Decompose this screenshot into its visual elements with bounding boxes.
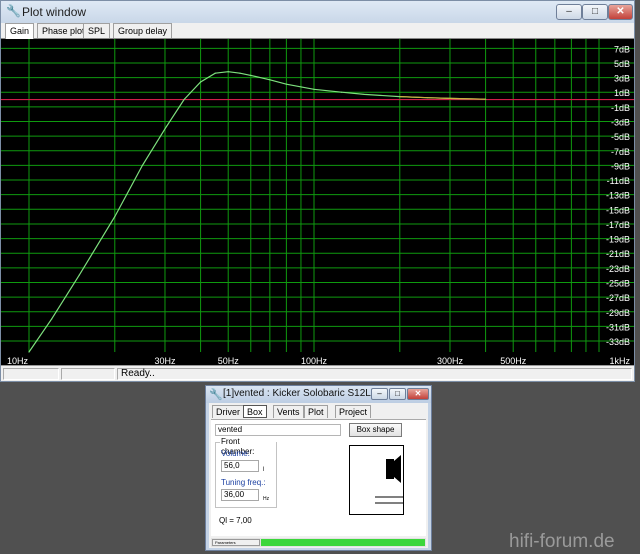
tab-box[interactable]: Box — [243, 405, 267, 418]
gain-chart: 7dB 5dB 3dB 1dB -1dB -3dB -5dB -7dB -9dB -11dB -13… — [1, 39, 634, 366]
y-tick-label: -11dB — [607, 176, 630, 186]
tab-phase-plot[interactable]: Phase plot — [37, 23, 90, 38]
y-tick-label: -33dB — [606, 337, 630, 347]
y-tick-label: 5dB — [614, 59, 630, 69]
volume-unit: l — [263, 467, 265, 473]
tab-spl[interactable]: SPL — [83, 23, 111, 38]
gain-curve-point — [78, 274, 80, 276]
gain-curve-point — [285, 83, 287, 85]
tab-vents[interactable]: Vents — [273, 405, 304, 418]
plot-status-bar: Ready.. — [1, 365, 634, 381]
plot-window: 🔧 Plot window – □ ✕ Gain Phase plot SPL … — [0, 0, 635, 382]
ql-label: Ql = 7,00 — [219, 516, 252, 525]
y-tick-label: -29dB — [606, 308, 630, 318]
gain-curve-point — [164, 128, 166, 130]
progress-bar — [261, 539, 425, 546]
status-message: Ready.. — [117, 368, 632, 380]
box-window-client: Driver Box Vents Plot Project vented Box… — [209, 403, 428, 548]
gain-curve-point — [341, 91, 343, 93]
gain-curve-point — [183, 98, 185, 101]
y-tick-label: 3dB — [614, 74, 630, 84]
y-tick-label: -9dB — [611, 161, 630, 171]
gain-curve-point — [50, 318, 53, 320]
tab-project[interactable]: Project — [335, 405, 372, 418]
minimize-button[interactable]: – — [556, 4, 582, 20]
parameters-status-label: Parameters — [212, 539, 260, 546]
y-tick-label: -27dB — [606, 293, 630, 303]
tab-group-delay[interactable]: Group delay — [113, 23, 173, 38]
y-tick-label: -31dB — [606, 322, 630, 332]
gain-curve-point — [214, 72, 216, 74]
box-window: 🔧 [1]vented : Kicker Solobaric S12L7 – □… — [205, 385, 432, 551]
gain-curve-point — [114, 216, 116, 218]
box-tab-panel: vented Box shape Front chamber: Volume: … — [211, 419, 426, 536]
box-status-bar: Parameters — [211, 538, 426, 547]
y-tick-label: -15dB — [606, 205, 630, 215]
progress-bar-fill — [261, 539, 425, 546]
box-window-title: [1]vented : Kicker Solobaric S12L7 — [223, 388, 377, 399]
volume-input[interactable]: 56,0 — [221, 460, 259, 472]
y-tick-label: -25dB — [606, 278, 630, 288]
gain-curve-point — [141, 164, 144, 166]
gain-curve-point — [227, 71, 229, 73]
y-tick-label: -5dB — [611, 132, 630, 142]
y-tick-label: 1dB — [614, 88, 630, 98]
y-tick-label: -1dB — [611, 103, 630, 113]
gain-curve-point — [313, 88, 315, 90]
y-tick-label: -19dB — [606, 235, 630, 245]
box-shape-button[interactable]: Box shape — [349, 423, 402, 437]
tab-plot[interactable]: Plot — [304, 405, 328, 418]
y-tick-label: -13dB — [606, 191, 630, 201]
y-tick-label: -7dB — [611, 147, 630, 157]
gain-curve-point — [199, 81, 202, 83]
status-cell-2 — [61, 368, 115, 380]
gain-curve-point — [239, 72, 241, 74]
gain-curve-tail — [399, 96, 486, 100]
plot-window-title: Plot window — [22, 5, 87, 19]
gain-plot-area[interactable]: 7dB 5dB 3dB 1dB -1dB -3dB -5dB -7dB -9dB -11dB -13… — [1, 38, 634, 366]
box-window-titlebar[interactable]: 🔧 [1]vented : Kicker Solobaric S12L7 – □… — [206, 386, 431, 403]
y-tick-label: -21dB — [606, 249, 630, 259]
tuning-freq-input[interactable]: 36,00 — [221, 489, 259, 501]
app-icon: 🔧 — [209, 389, 223, 401]
y-tick-label: 7dB — [614, 44, 630, 54]
box-shape-diagram — [349, 445, 404, 515]
y-tick-label: -3dB — [611, 117, 630, 127]
app-icon: 🔧 — [6, 4, 21, 18]
gain-curve-point — [269, 79, 271, 81]
tuning-freq-unit: Hz — [263, 496, 270, 502]
gain-curve-point — [28, 351, 30, 353]
volume-label: Volume: — [221, 449, 250, 458]
status-cell-1 — [3, 368, 59, 380]
gain-curve-point — [250, 74, 252, 76]
tab-gain[interactable]: Gain — [5, 23, 35, 39]
watermark: hifi-forum.de — [509, 531, 615, 552]
y-tick-label: -23dB — [606, 264, 630, 274]
close-button[interactable]: ✕ — [608, 4, 633, 20]
gain-curve — [28, 71, 486, 353]
maximize-button[interactable]: □ — [582, 4, 608, 20]
gain-curve-point — [363, 93, 365, 96]
plot-window-titlebar[interactable]: 🔧 Plot window – □ ✕ — [1, 1, 634, 23]
tab-driver[interactable]: Driver — [212, 405, 244, 418]
box-type-field[interactable]: vented — [215, 424, 341, 436]
close-button[interactable]: ✕ — [407, 388, 429, 400]
tuning-freq-label: Tuning freq.: — [221, 478, 266, 487]
front-chamber-group: Front chamber: Volume: 56,0 l Tuning fre… — [215, 437, 277, 508]
minimize-button[interactable]: – — [371, 388, 388, 400]
y-tick-label: -17dB — [606, 220, 630, 230]
plot-tab-strip: Gain Phase plot SPL Group delay — [1, 23, 634, 39]
maximize-button[interactable]: □ — [389, 388, 406, 400]
